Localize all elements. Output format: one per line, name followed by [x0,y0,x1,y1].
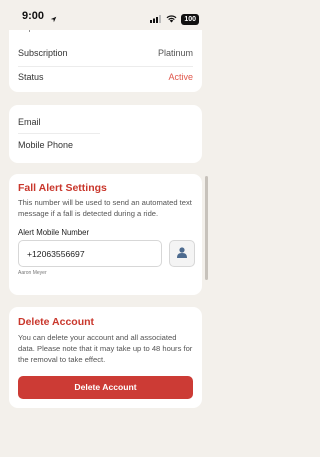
signal-icon [150,10,162,28]
email-label: Email [18,117,41,127]
battery-icon: 100 [181,13,199,25]
wifi-icon [166,10,177,28]
delete-account-description: You can delete your account and all asso… [18,333,193,364]
mobile-phone-row[interactable]: Mobile Phone [18,140,193,150]
status-bar: 9:00 100 [0,0,211,30]
status-time: 9:00 [22,10,45,22]
status-label: Status [18,72,44,82]
status-value: Active [168,72,193,82]
scrollbar[interactable] [205,176,208,280]
contact-picker-button[interactable] [169,240,195,267]
alert-mobile-number-label: Alert Mobile Number [18,228,90,237]
divider [18,133,100,134]
email-row[interactable]: Email [18,117,193,127]
fall-alert-description: This number will be used to send an auto… [18,198,192,218]
divider [18,66,193,67]
alert-mobile-number-value: +12063556697 [27,249,85,259]
fall-alert-card: Fall Alert Settings This number will be … [9,174,202,295]
subscription-row: Subscription Platinum [18,48,193,58]
delete-account-title: Delete Account [18,316,95,328]
alert-mobile-number-input[interactable]: +12063556697 [18,240,162,267]
fall-alert-title: Fall Alert Settings [18,182,107,194]
contact-card: Email Mobile Phone [9,105,202,163]
subscription-label: Subscription [18,48,68,58]
delete-account-card: Delete Account You can delete your accou… [9,307,202,408]
status-indicators: 100 [150,10,199,28]
delete-account-button[interactable]: Delete Account [18,376,193,399]
contact-name-hint: Aaron Meyer [18,270,47,276]
subscription-value: Platinum [157,48,193,58]
mobile-phone-label: Mobile Phone [18,140,74,150]
status-row: Status Active [18,72,193,82]
person-icon [176,245,188,263]
location-arrow-icon [50,10,57,28]
